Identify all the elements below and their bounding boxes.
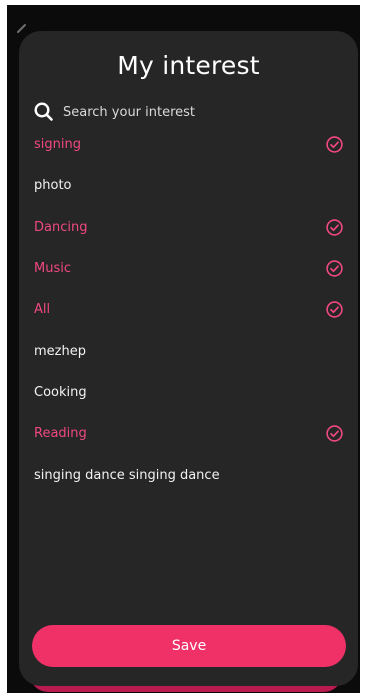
interest-item[interactable]: photo	[19, 165, 358, 206]
page-title: My interest	[117, 51, 260, 80]
interest-list: signing photo Dancing Music All mezhep C…	[19, 124, 358, 496]
check-circle-icon	[325, 424, 344, 443]
interest-label: signing	[34, 137, 81, 153]
interest-item[interactable]: signing	[19, 124, 358, 165]
interest-item[interactable]: Reading	[19, 413, 358, 454]
search-bar[interactable]	[33, 99, 333, 125]
interest-item[interactable]: Cooking	[19, 372, 358, 413]
interest-item[interactable]: All	[19, 289, 358, 330]
check-circle-icon	[325, 300, 344, 319]
check-circle-icon	[325, 135, 344, 154]
interest-label: Reading	[34, 426, 87, 442]
check-circle-icon	[325, 259, 344, 278]
interest-label: Music	[34, 261, 71, 277]
interest-label: Dancing	[34, 219, 88, 235]
search-input[interactable]	[63, 104, 313, 120]
interest-item[interactable]: Dancing	[19, 207, 358, 248]
interest-item[interactable]: singing dance singing dance	[19, 454, 358, 495]
interest-label: mezhep	[34, 343, 86, 359]
search-icon	[33, 101, 55, 123]
check-circle-icon	[325, 218, 344, 237]
save-button[interactable]: Save	[32, 625, 346, 667]
interest-sheet: My interest signing photo Dancing	[19, 31, 358, 686]
interest-item[interactable]: mezhep	[19, 330, 358, 371]
interest-label: Cooking	[34, 384, 87, 400]
interest-label: singing dance singing dance	[34, 467, 220, 483]
interest-label: All	[34, 302, 51, 318]
interest-item[interactable]: Music	[19, 248, 358, 289]
interest-label: photo	[34, 178, 72, 194]
